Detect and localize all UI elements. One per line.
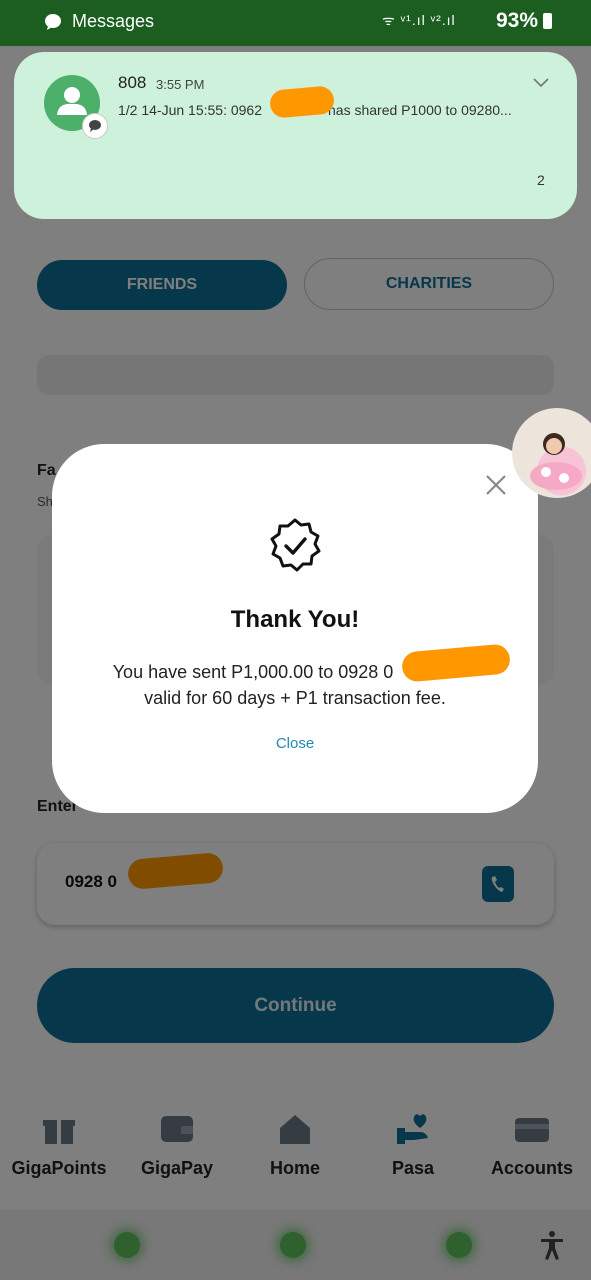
status-bar: Messages ᯤ ᵛ¹.ıl ᵛ².ıl 93% [0,0,591,46]
status-app-title: Messages [72,11,155,31]
close-link[interactable]: Close [52,735,538,752]
notification-sender: 808 [118,73,147,92]
modal-message-line2: valid for 60 days + P1 transaction fee. [144,688,446,708]
notification-time: 3:55 PM [156,77,205,92]
signal-icons: ᯤ ᵛ¹.ıl ᵛ².ıl [382,12,456,28]
notification-count: 2 [537,172,545,188]
notification-body-end: has shared P1000 to 09280... [328,102,512,118]
message-badge-icon [82,113,108,139]
battery-percent: 93% [496,9,539,32]
notification-body-start: 1/2 14-Jun 15:55: 0962 [118,102,263,118]
messages-icon [45,14,61,30]
modal-title: Thank You! [230,606,360,633]
verified-check-icon [270,518,321,572]
close-icon[interactable] [483,472,509,498]
chevron-down-icon[interactable] [533,78,549,88]
modal-message-line1-text: You have sent P1,000.00 to 0928 0 [112,662,394,682]
battery-icon [543,13,552,29]
